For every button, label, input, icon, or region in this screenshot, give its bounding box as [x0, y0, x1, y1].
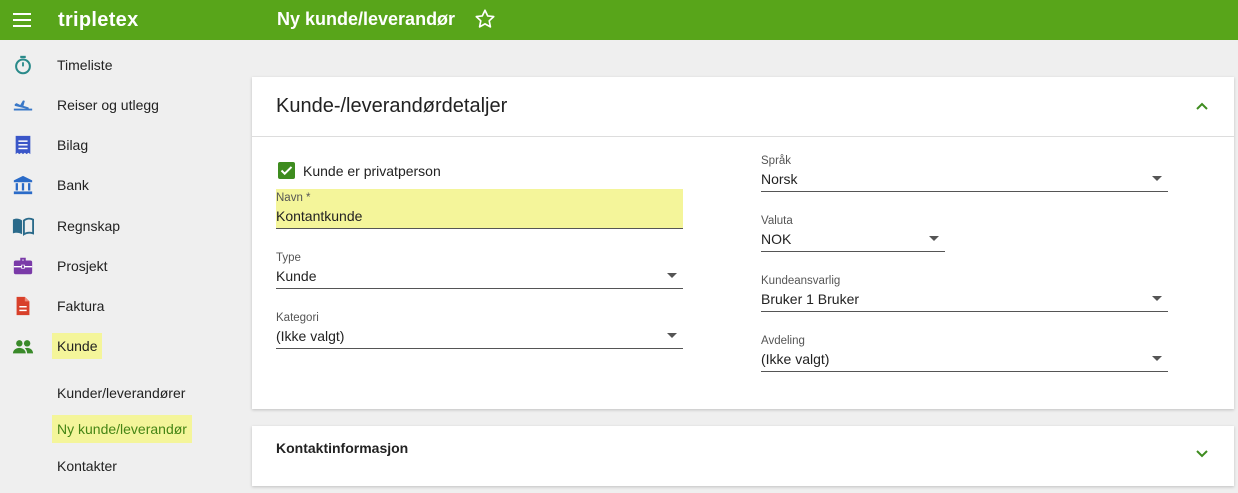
dropdown-arrow-icon	[667, 333, 677, 338]
sidebar-item-faktura[interactable]: Faktura	[0, 286, 235, 326]
sidebar-item-prosjekt[interactable]: Prosjekt	[0, 246, 235, 286]
department-select[interactable]: Avdeling (Ikke valgt)	[761, 332, 1168, 372]
airplane-icon	[13, 100, 33, 111]
divider	[252, 136, 1234, 137]
sidebar-item-reiser[interactable]: Reiser og utlegg	[0, 85, 235, 125]
select-value: Kunde	[276, 268, 317, 284]
language-select[interactable]: Språk Norsk	[761, 152, 1168, 192]
subitem-kunder-leverandorer[interactable]: Kunder/leverandører	[57, 385, 185, 401]
category-select[interactable]: Kategori (Ikke valgt)	[276, 309, 683, 349]
book-icon	[12, 217, 34, 236]
subitem-kontakter[interactable]: Kontakter	[57, 458, 117, 474]
account-manager-select[interactable]: Kundeansvarlig Bruker 1 Bruker	[761, 272, 1168, 312]
select-value: Norsk	[761, 171, 798, 187]
select-value: NOK	[761, 231, 792, 247]
sidebar-item-kunde[interactable]: Kunde	[0, 327, 235, 367]
check-icon	[280, 166, 293, 176]
sidebar-item-label: Reiser og utlegg	[57, 97, 159, 113]
receipt-icon	[15, 135, 31, 155]
sidebar-item-label: Bilag	[57, 137, 89, 153]
menu-icon[interactable]	[10, 8, 36, 32]
checkbox-checked[interactable]	[278, 162, 295, 179]
dropdown-arrow-icon	[667, 273, 677, 278]
dropdown-arrow-icon	[929, 236, 939, 241]
checkbox-label: Kunde er privatperson	[303, 163, 441, 179]
sidebar-item-label: Faktura	[57, 298, 105, 314]
people-icon	[12, 340, 34, 354]
field-label: Type	[276, 252, 301, 264]
top-bar: tripletex Ny kunde/leverandør	[0, 0, 1238, 40]
select-value: (Ikke valgt)	[761, 351, 830, 367]
type-select[interactable]: Type Kunde	[276, 249, 683, 289]
select-value: Bruker 1 Bruker	[761, 291, 860, 307]
sidebar: Timeliste Reiser og utlegg Bilag Bank Re…	[0, 40, 235, 493]
currency-select[interactable]: Valuta NOK	[761, 212, 945, 252]
customer-details-card: Kunde-/leverandørdetaljer Kunde er priva…	[252, 77, 1234, 409]
dropdown-arrow-icon	[1152, 296, 1162, 301]
stopwatch-icon	[15, 55, 31, 75]
sidebar-item-bank[interactable]: Bank	[0, 165, 235, 205]
chevron-up-icon[interactable]	[1194, 98, 1210, 114]
sidebar-item-label: Regnskap	[57, 218, 121, 234]
name-field[interactable]: Navn *	[276, 189, 683, 229]
sidebar-item-bilag[interactable]: Bilag	[0, 125, 235, 165]
field-label: Språk	[761, 155, 792, 167]
sidebar-item-label: Kunde	[52, 333, 103, 359]
field-label: Navn *	[276, 192, 311, 204]
page-title: Ny kunde/leverandør	[277, 9, 456, 29]
card-title: Kontaktinformasjon	[276, 440, 409, 456]
briefcase-icon	[13, 257, 33, 275]
bank-icon	[13, 175, 33, 195]
name-input[interactable]	[276, 208, 676, 224]
sidebar-item-label: Bank	[57, 177, 89, 193]
dropdown-arrow-icon	[1152, 356, 1162, 361]
field-label: Kundeansvarlig	[761, 275, 841, 287]
contact-info-card[interactable]: Kontaktinformasjon	[252, 426, 1234, 486]
star-icon[interactable]	[474, 8, 496, 30]
subitem-ny-kunde-leverandor[interactable]: Ny kunde/leverandør	[52, 415, 192, 443]
sidebar-item-timeliste[interactable]: Timeliste	[0, 45, 235, 85]
card-title: Kunde-/leverandørdetaljer	[276, 95, 508, 117]
field-label: Kategori	[276, 312, 319, 324]
brand-logo[interactable]: tripletex	[58, 9, 139, 32]
sidebar-item-regnskap[interactable]: Regnskap	[0, 206, 235, 246]
sidebar-item-label: Timeliste	[57, 57, 113, 73]
field-label: Valuta	[761, 215, 793, 227]
chevron-down-icon[interactable]	[1194, 446, 1210, 462]
field-label: Avdeling	[761, 335, 805, 347]
document-icon	[16, 296, 30, 316]
sidebar-item-label: Prosjekt	[57, 258, 108, 274]
select-value: (Ikke valgt)	[276, 328, 345, 344]
dropdown-arrow-icon	[1152, 176, 1162, 181]
